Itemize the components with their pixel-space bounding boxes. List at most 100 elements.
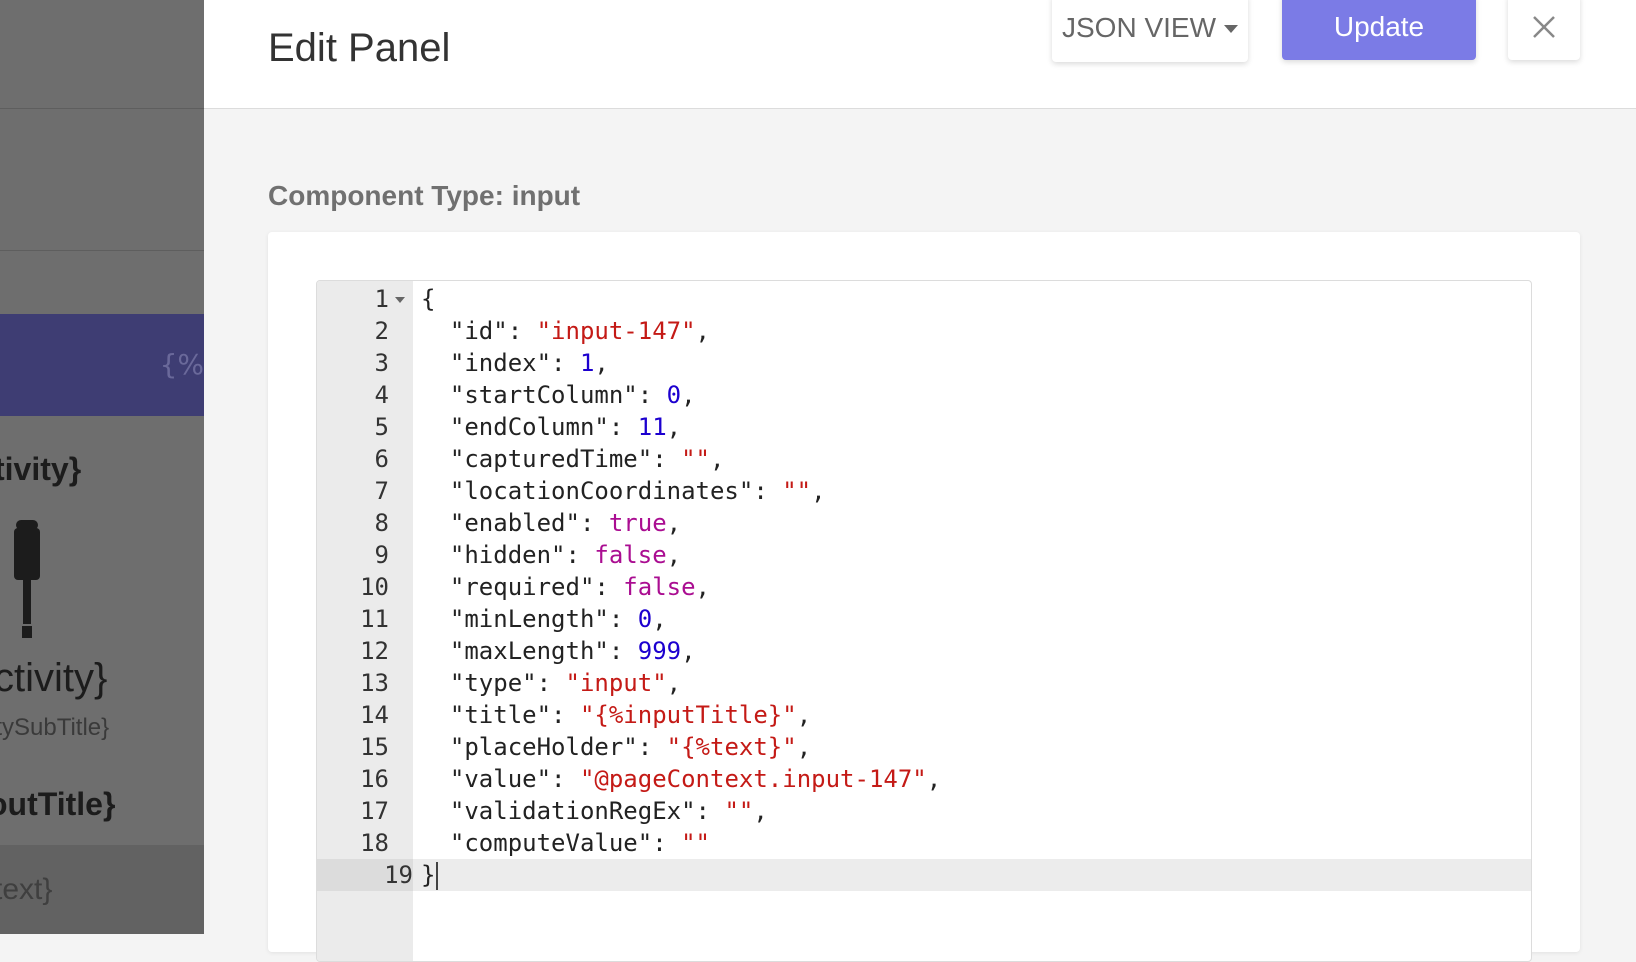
code-line[interactable]: 9 "hidden": false, bbox=[317, 539, 1531, 571]
line-number: 5 bbox=[317, 411, 389, 443]
code-token: , bbox=[594, 349, 609, 377]
line-number: 19 bbox=[317, 859, 413, 891]
code-text: "computeValue": "" bbox=[421, 827, 710, 859]
line-number-text: 10 bbox=[360, 573, 389, 601]
code-lines: 1{2 "id": "input-147", 3 "index": 1, 4 "st… bbox=[317, 283, 1531, 891]
code-token: 1 bbox=[579, 349, 595, 377]
line-number: 8 bbox=[317, 507, 389, 539]
line-number-text: 17 bbox=[360, 797, 389, 825]
line-number: 9 bbox=[317, 539, 389, 571]
code-token: "" bbox=[681, 829, 710, 857]
edit-panel: Edit Panel JSON VIEW Update Component Ty… bbox=[204, 0, 1636, 962]
line-number-text: 13 bbox=[360, 669, 389, 697]
divider bbox=[0, 108, 204, 109]
code-text: "enabled": true, bbox=[421, 507, 681, 539]
code-token: "id": bbox=[421, 317, 537, 345]
code-line[interactable]: 14 "title": "{%inputTitle}", bbox=[317, 699, 1531, 731]
code-token: , bbox=[652, 605, 667, 633]
code-line[interactable]: 17 "validationRegEx": "", bbox=[317, 795, 1531, 827]
line-number-text: 9 bbox=[374, 541, 389, 569]
code-token: false bbox=[594, 541, 667, 569]
code-token: "hidden": bbox=[421, 541, 595, 569]
line-number-text: 18 bbox=[360, 829, 389, 857]
code-line[interactable]: 5 "endColumn": 11, bbox=[317, 411, 1531, 443]
code-line[interactable]: 8 "enabled": true, bbox=[317, 507, 1531, 539]
code-text: { bbox=[421, 283, 435, 315]
code-line[interactable]: 3 "index": 1, bbox=[317, 347, 1531, 379]
close-icon bbox=[1533, 16, 1555, 38]
code-text: "hidden": false, bbox=[421, 539, 681, 571]
code-line[interactable]: 6 "capturedTime": "", bbox=[317, 443, 1531, 475]
activity-title: ctivity} bbox=[0, 656, 108, 700]
line-number: 1 bbox=[317, 283, 389, 315]
line-number: 11 bbox=[317, 603, 389, 635]
code-line[interactable]: 13 "type": "input", bbox=[317, 667, 1531, 699]
input-title: outTitle} bbox=[0, 786, 116, 822]
activity-title-bold: tivity} bbox=[0, 451, 82, 487]
line-number: 18 bbox=[317, 827, 389, 859]
line-number-text: 6 bbox=[374, 445, 389, 473]
code-token: 999 bbox=[637, 637, 682, 665]
code-line[interactable]: 16 "value": "@pageContext.input-147", bbox=[317, 763, 1531, 795]
code-text: "minLength": 0, bbox=[421, 603, 667, 635]
line-number: 7 bbox=[317, 475, 389, 507]
panel-header: Edit Panel JSON VIEW Update bbox=[204, 0, 1636, 109]
update-button[interactable]: Update bbox=[1282, 0, 1476, 60]
code-line[interactable]: 12 "maxLength": 999, bbox=[317, 635, 1531, 667]
code-line[interactable]: 7 "locationCoordinates": "", bbox=[317, 475, 1531, 507]
line-number: 14 bbox=[317, 699, 389, 731]
code-line[interactable]: 1{ bbox=[317, 283, 1531, 315]
code-token: "maxLength": bbox=[421, 637, 638, 665]
code-token: "validationRegEx": bbox=[421, 797, 725, 825]
code-token: , bbox=[926, 765, 942, 793]
line-number-text: 5 bbox=[374, 413, 389, 441]
code-token: 0 bbox=[666, 381, 682, 409]
code-token: "{%text}" bbox=[666, 733, 797, 761]
code-text: "index": 1, bbox=[421, 347, 609, 379]
code-token: "{%inputTitle}" bbox=[579, 701, 797, 729]
view-mode-dropdown[interactable]: JSON VIEW bbox=[1052, 0, 1248, 62]
line-number: 6 bbox=[317, 443, 389, 475]
line-number-text: 8 bbox=[374, 509, 389, 537]
code-token: , bbox=[811, 477, 826, 505]
divider bbox=[0, 250, 204, 251]
code-line[interactable]: 19} bbox=[317, 859, 1531, 891]
code-line[interactable]: 15 "placeHolder": "{%text}", bbox=[317, 731, 1531, 763]
code-text: "placeHolder": "{%text}", bbox=[421, 731, 811, 763]
code-line[interactable]: 4 "startColumn": 0, bbox=[317, 379, 1531, 411]
code-line[interactable]: 2 "id": "input-147", bbox=[317, 315, 1531, 347]
caret-down-icon bbox=[1224, 25, 1238, 33]
code-line[interactable]: 11 "minLength": 0, bbox=[317, 603, 1531, 635]
text-field-placeholder: text} bbox=[0, 873, 53, 906]
background-app: {% tivity} ctivity} itySubTitle} outTitl… bbox=[0, 0, 204, 934]
code-token: , bbox=[666, 509, 682, 537]
code-token: , bbox=[710, 445, 725, 473]
code-token: "placeHolder": bbox=[421, 733, 667, 761]
fold-arrow-icon[interactable] bbox=[395, 297, 405, 303]
code-token: "index": bbox=[421, 349, 580, 377]
editor-card: 1{2 "id": "input-147", 3 "index": 1, 4 "st… bbox=[268, 232, 1580, 962]
background-text-field: text} bbox=[0, 845, 204, 934]
line-number-text: 3 bbox=[374, 349, 389, 377]
code-token: , bbox=[796, 701, 812, 729]
code-token: } bbox=[421, 861, 436, 889]
code-text: "maxLength": 999, bbox=[421, 635, 696, 667]
code-token: "required": bbox=[421, 573, 624, 601]
code-text: "type": "input", bbox=[421, 667, 681, 699]
code-line[interactable]: 10 "required": false, bbox=[317, 571, 1531, 603]
code-token: , bbox=[666, 413, 682, 441]
code-text: "capturedTime": "", bbox=[421, 443, 725, 475]
close-button[interactable] bbox=[1508, 0, 1580, 60]
code-token: 11 bbox=[637, 413, 667, 441]
code-token: { bbox=[421, 285, 436, 313]
line-number-text: 19 bbox=[384, 861, 413, 889]
code-token: "computeValue": bbox=[421, 829, 682, 857]
code-text: "value": "@pageContext.input-147", bbox=[421, 763, 941, 795]
code-text: } bbox=[421, 859, 439, 891]
line-number-text: 16 bbox=[360, 765, 389, 793]
code-token: "locationCoordinates": bbox=[421, 477, 783, 505]
json-code-editor[interactable]: 1{2 "id": "input-147", 3 "index": 1, 4 "st… bbox=[316, 280, 1532, 962]
code-token: "type": bbox=[421, 669, 566, 697]
code-line[interactable]: 18 "computeValue": "" bbox=[317, 827, 1531, 859]
code-token: 0 bbox=[637, 605, 653, 633]
